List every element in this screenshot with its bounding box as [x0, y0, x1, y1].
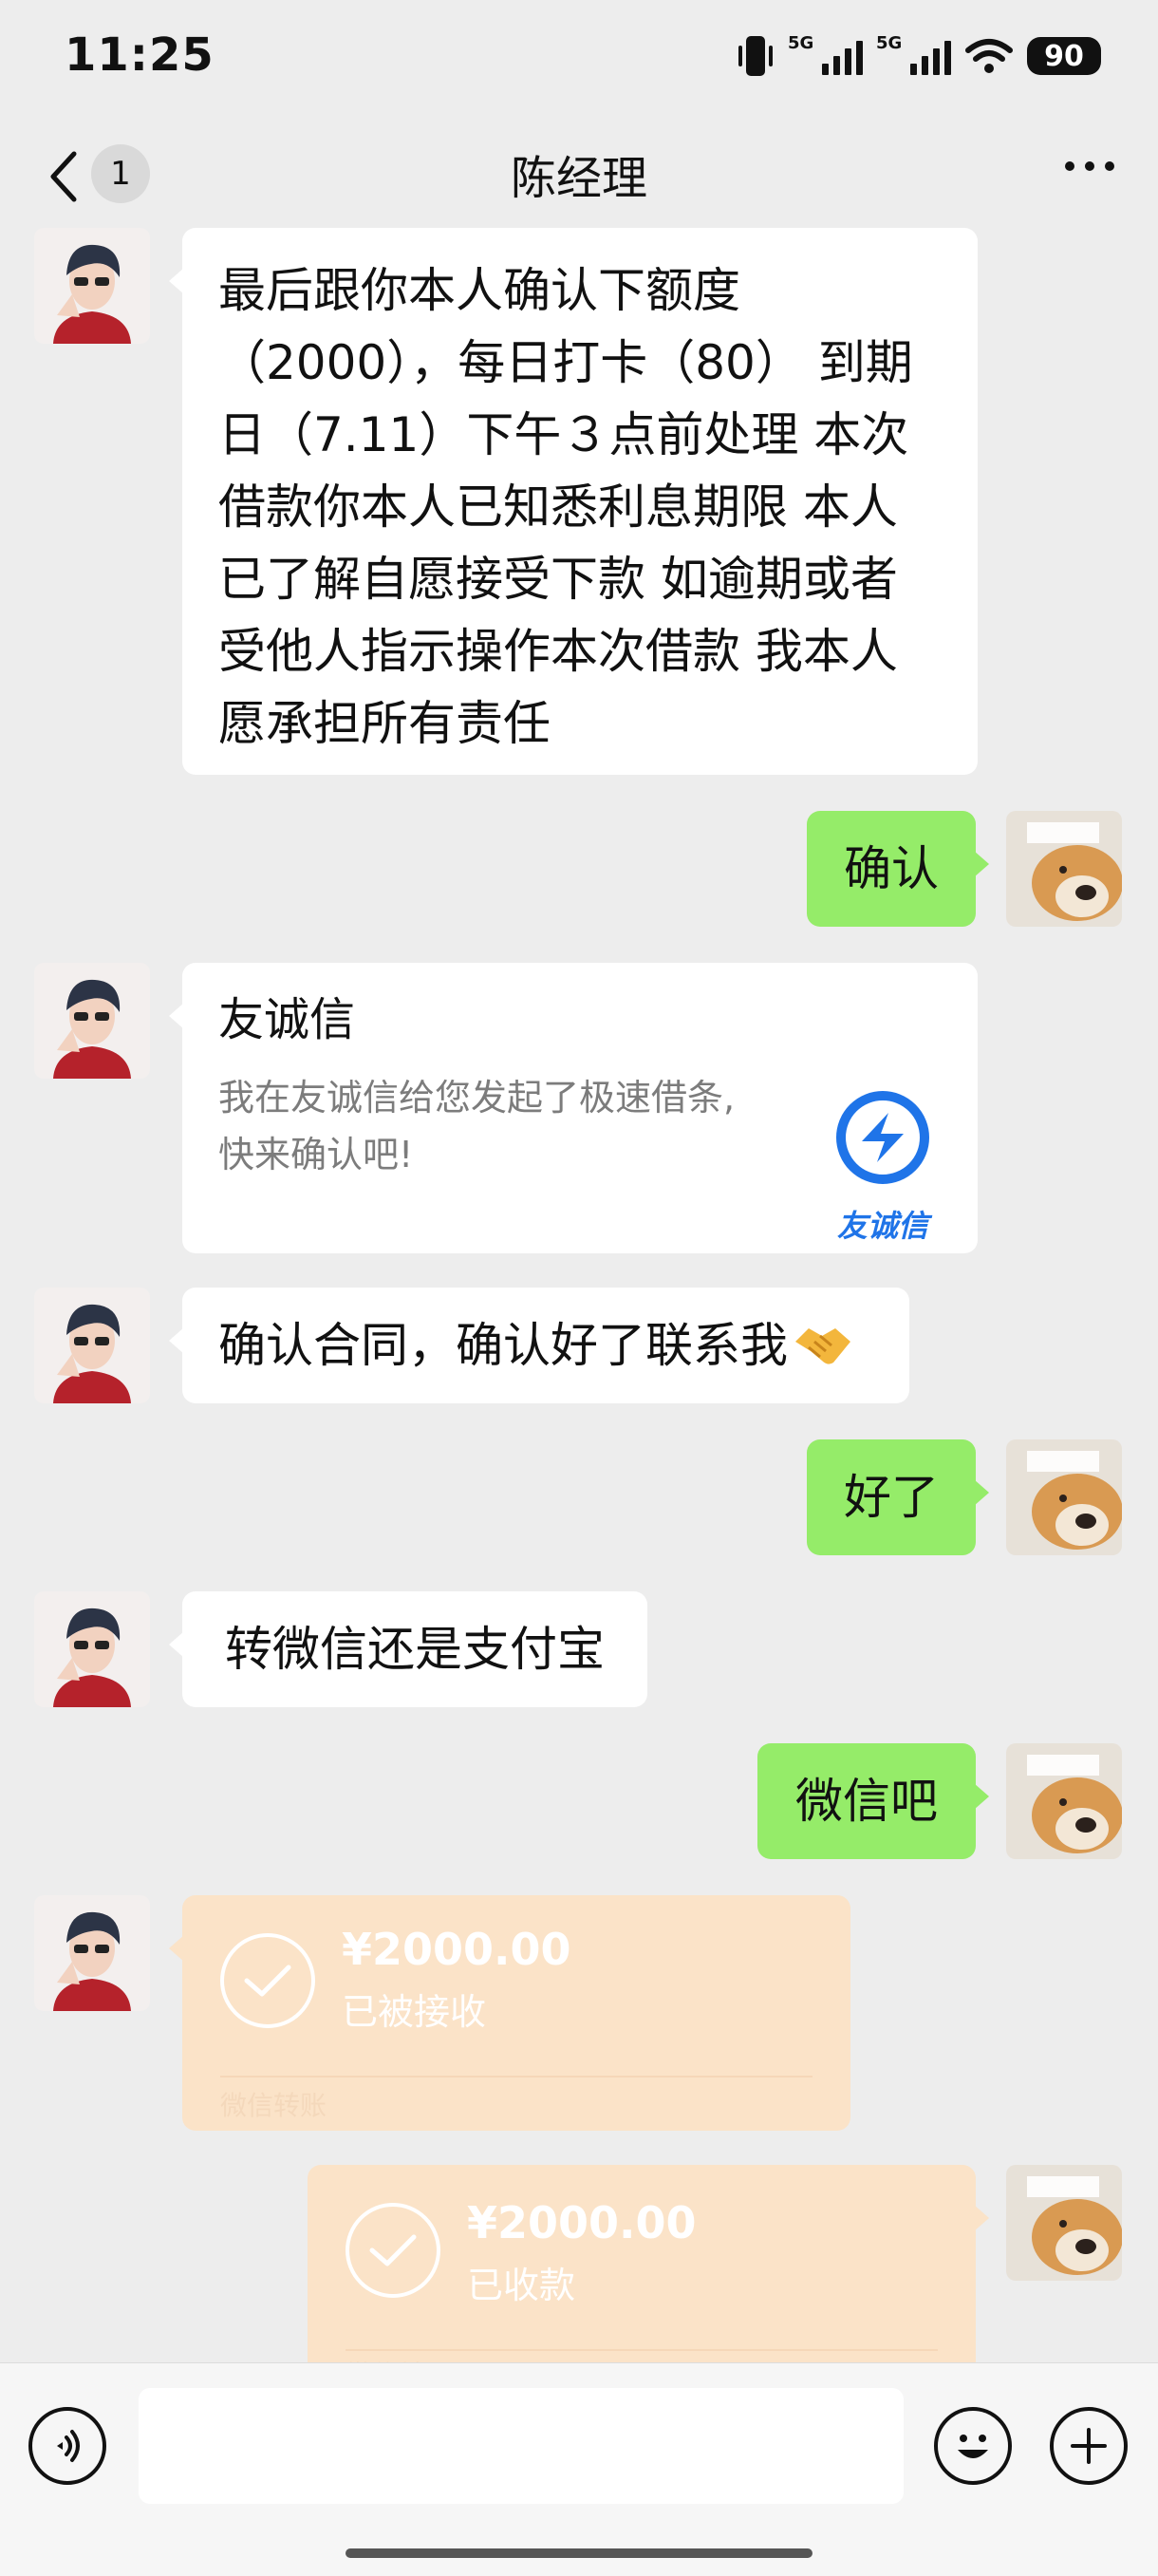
- contact-avatar[interactable]: [34, 963, 150, 1079]
- divider: [346, 2349, 938, 2351]
- transfer-status: 已被接收: [342, 1991, 487, 2033]
- link-card[interactable]: 友诚信 我在友诚信给您发起了极速借条,快来确认吧! 友诚信: [169, 963, 978, 1253]
- youchengxin-logo-icon: [836, 1091, 929, 1184]
- transfer-amount: ¥2000.00: [342, 1924, 571, 1975]
- wifi-icon: [965, 39, 1013, 73]
- message-bubble-self[interactable]: 好了: [807, 1439, 989, 1555]
- smiley-icon: [958, 2435, 988, 2458]
- more-options-icon[interactable]: [1065, 161, 1114, 171]
- voice-input-button[interactable]: [28, 2407, 106, 2485]
- vibrate-icon: [738, 36, 773, 76]
- status-bar: 11:25 5G 5G 90: [0, 0, 1158, 123]
- transfer-footer: 微信转账: [220, 2090, 327, 2121]
- self-avatar[interactable]: [1006, 1439, 1122, 1555]
- battery-indicator: 90: [1027, 37, 1101, 75]
- contact-avatar[interactable]: [34, 1895, 150, 2011]
- self-avatar[interactable]: [1006, 1743, 1122, 1859]
- contact-avatar[interactable]: [34, 1288, 150, 1403]
- home-indicator[interactable]: [346, 2548, 812, 2558]
- self-avatar[interactable]: [1006, 2165, 1122, 2281]
- message-bubble[interactable]: 确认合同，确认好了联系我: [169, 1288, 909, 1403]
- signal-icon-1: 5G: [788, 33, 863, 75]
- message-text: 确认合同，确认好了联系我: [218, 1318, 788, 1373]
- transfer-status: 已收款: [467, 2265, 576, 2306]
- message-bubble[interactable]: 最后跟你本人确认下额度（2000），每日打卡（80） 到期日（7.11）下午３点…: [169, 228, 978, 775]
- chat-title: 陈经理: [510, 152, 647, 205]
- more-functions-button[interactable]: [1050, 2407, 1128, 2485]
- status-time: 11:25: [65, 28, 215, 82]
- voice-icon: [57, 2430, 80, 2462]
- transfer-card[interactable]: ¥2000.00 已被接收 微信转账: [169, 1895, 850, 2131]
- card-logo: 友诚信: [816, 1088, 949, 1245]
- transfer-amount: ¥2000.00: [467, 2197, 697, 2248]
- contact-avatar[interactable]: [34, 228, 150, 344]
- check-icon: [220, 1933, 315, 2028]
- status-icons: 5G 5G 90: [737, 33, 1101, 78]
- card-description: 我在友诚信给您发起了极速借条,快来确认吧!: [218, 1077, 736, 1175]
- handshake-emoji-icon: [795, 1328, 850, 1364]
- self-avatar[interactable]: [1006, 811, 1122, 927]
- divider: [220, 2076, 812, 2078]
- emoji-button[interactable]: [934, 2407, 1012, 2485]
- plus-icon: [1071, 2428, 1107, 2464]
- contact-avatar[interactable]: [34, 1591, 150, 1707]
- message-bubble-self[interactable]: 确认: [807, 811, 989, 927]
- message-bubble[interactable]: 转微信还是支付宝: [169, 1591, 647, 1707]
- message-bubble-self[interactable]: 微信吧: [757, 1743, 989, 1859]
- card-logo-text: 友诚信: [836, 1208, 928, 1244]
- check-icon: [346, 2203, 440, 2298]
- message-input[interactable]: [139, 2388, 904, 2504]
- signal-icon-2: 5G: [876, 33, 951, 75]
- card-title: 友诚信: [218, 993, 356, 1046]
